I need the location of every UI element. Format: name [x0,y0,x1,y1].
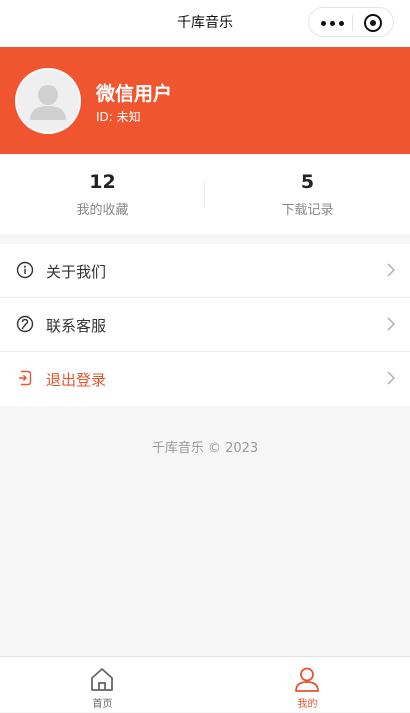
chevron-right-icon [387,317,395,331]
home-icon [91,668,113,691]
chevron-right-icon [387,263,395,277]
downloads-label: 下载记录 [281,203,334,218]
favorites-label: 我的收藏 [76,203,129,218]
favorites-stat[interactable]: 12 我的收藏 [0,169,205,218]
more-options-icon[interactable] [321,21,345,27]
downloads-count: 5 [300,171,315,193]
menu-item-label: 联系客服 [46,317,107,335]
user-id: ID: 未知 [96,110,141,124]
downloads-stat[interactable]: 5 下载记录 [205,169,410,218]
capsule-divider [352,15,353,31]
tab-label: 我的 [297,699,318,710]
logout-icon [19,370,32,386]
mini-program-capsule [308,7,394,37]
tab-bar: 首页 我的 [0,656,410,712]
tab-mine[interactable]: 我的 [205,657,410,713]
profile-header: 微信用户 ID: 未知 [0,47,410,154]
menu-item-label: 退出登录 [46,371,107,389]
close-mini-program-icon[interactable] [364,14,382,32]
chevron-right-icon [387,371,395,385]
user-icon [295,667,319,692]
menu-item-logout[interactable]: 退出登录 [0,352,410,406]
tab-label: 首页 [92,699,113,710]
customer-service-icon [16,315,34,333]
avatar[interactable] [15,68,81,134]
favorites-count: 12 [89,171,116,193]
user-name: 微信用户 [96,83,173,105]
default-avatar-icon [17,70,79,132]
menu-item-label: 关于我们 [46,263,107,281]
copyright-text: 千库音乐 © 2023 [151,441,259,456]
navigation-bar: 千库音乐 [0,0,410,47]
settings-menu: 关于我们 联系客服 退出登录 [0,244,410,406]
stats-panel: 12 我的收藏 5 下载记录 [0,154,410,234]
info-icon [16,261,34,279]
menu-item-contact[interactable]: 联系客服 [0,298,410,352]
menu-item-about[interactable]: 关于我们 [0,244,410,298]
tab-home[interactable]: 首页 [0,657,205,713]
